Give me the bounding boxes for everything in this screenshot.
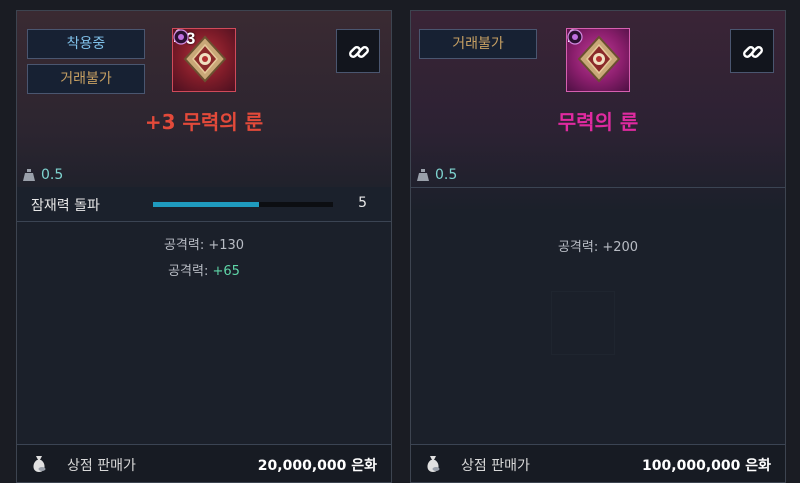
- equipped-tag: 착용중: [27, 29, 145, 59]
- stat-line: 공격력: +65: [17, 260, 391, 279]
- item-tooltip-equipped: 착용중 거래불가 +3 +3 무력의 룬 0.5: [16, 10, 392, 483]
- item-title: 무력의 룬: [557, 110, 639, 134]
- gem-icon: [567, 29, 583, 45]
- weight-icon: [417, 169, 429, 181]
- stat-label: 공격력:: [163, 238, 209, 253]
- weight-row: 0.5: [23, 164, 63, 186]
- weight-value: 0.5: [41, 167, 64, 183]
- stat-line: 공격력: +130: [17, 234, 391, 253]
- item-title: +3 무력의 룬: [144, 110, 264, 134]
- potential-bar-fill: [153, 202, 260, 207]
- stat-value: +200: [602, 240, 639, 255]
- shop-price-footer: 상점 판매가 20,000,000 은화: [17, 444, 391, 482]
- shop-price-value: 20,000,000 은화: [257, 458, 377, 474]
- shop-price-label: 상점 판매가: [461, 458, 530, 474]
- gem-icon: [173, 29, 189, 45]
- untradable-tag: 거래불가: [419, 29, 537, 59]
- stat-value: +130: [208, 238, 245, 253]
- stat-label: 공격력:: [557, 240, 603, 255]
- link-button[interactable]: [336, 29, 380, 73]
- shop-price-label: 상점 판매가: [67, 458, 136, 474]
- potential-row: 잠재력 돌파 5: [17, 187, 391, 221]
- rune-item-icon: [566, 28, 630, 92]
- shop-price-footer: 상점 판매가 100,000,000 은화: [411, 444, 785, 482]
- rune-item-icon: +3: [172, 28, 236, 92]
- weight-value: 0.5: [435, 167, 458, 183]
- divider: [411, 187, 785, 188]
- stat-line: 공격력: +200: [411, 236, 785, 255]
- item-tooltip-compare: 거래불가 무력의 룬 0.5 공격력: +200 상점 판매가 100,000,…: [410, 10, 786, 483]
- potential-label: 잠재력 돌파: [31, 198, 100, 214]
- money-bag-icon: [33, 456, 46, 472]
- money-bag-icon: [427, 456, 440, 472]
- link-icon: [743, 46, 763, 58]
- weight-row: 0.5: [417, 164, 457, 186]
- untradable-tag: 거래불가: [27, 64, 145, 94]
- divider: [17, 221, 391, 222]
- stat-bonus-value: +65: [212, 264, 240, 279]
- weight-icon: [23, 169, 35, 181]
- background-watermark: [551, 291, 615, 355]
- potential-bar: [153, 202, 333, 207]
- shop-price-value: 100,000,000 은화: [642, 458, 771, 474]
- link-button[interactable]: [730, 29, 774, 73]
- link-icon: [349, 46, 369, 58]
- potential-value: 5: [358, 195, 367, 211]
- stat-label: 공격력:: [168, 264, 213, 279]
